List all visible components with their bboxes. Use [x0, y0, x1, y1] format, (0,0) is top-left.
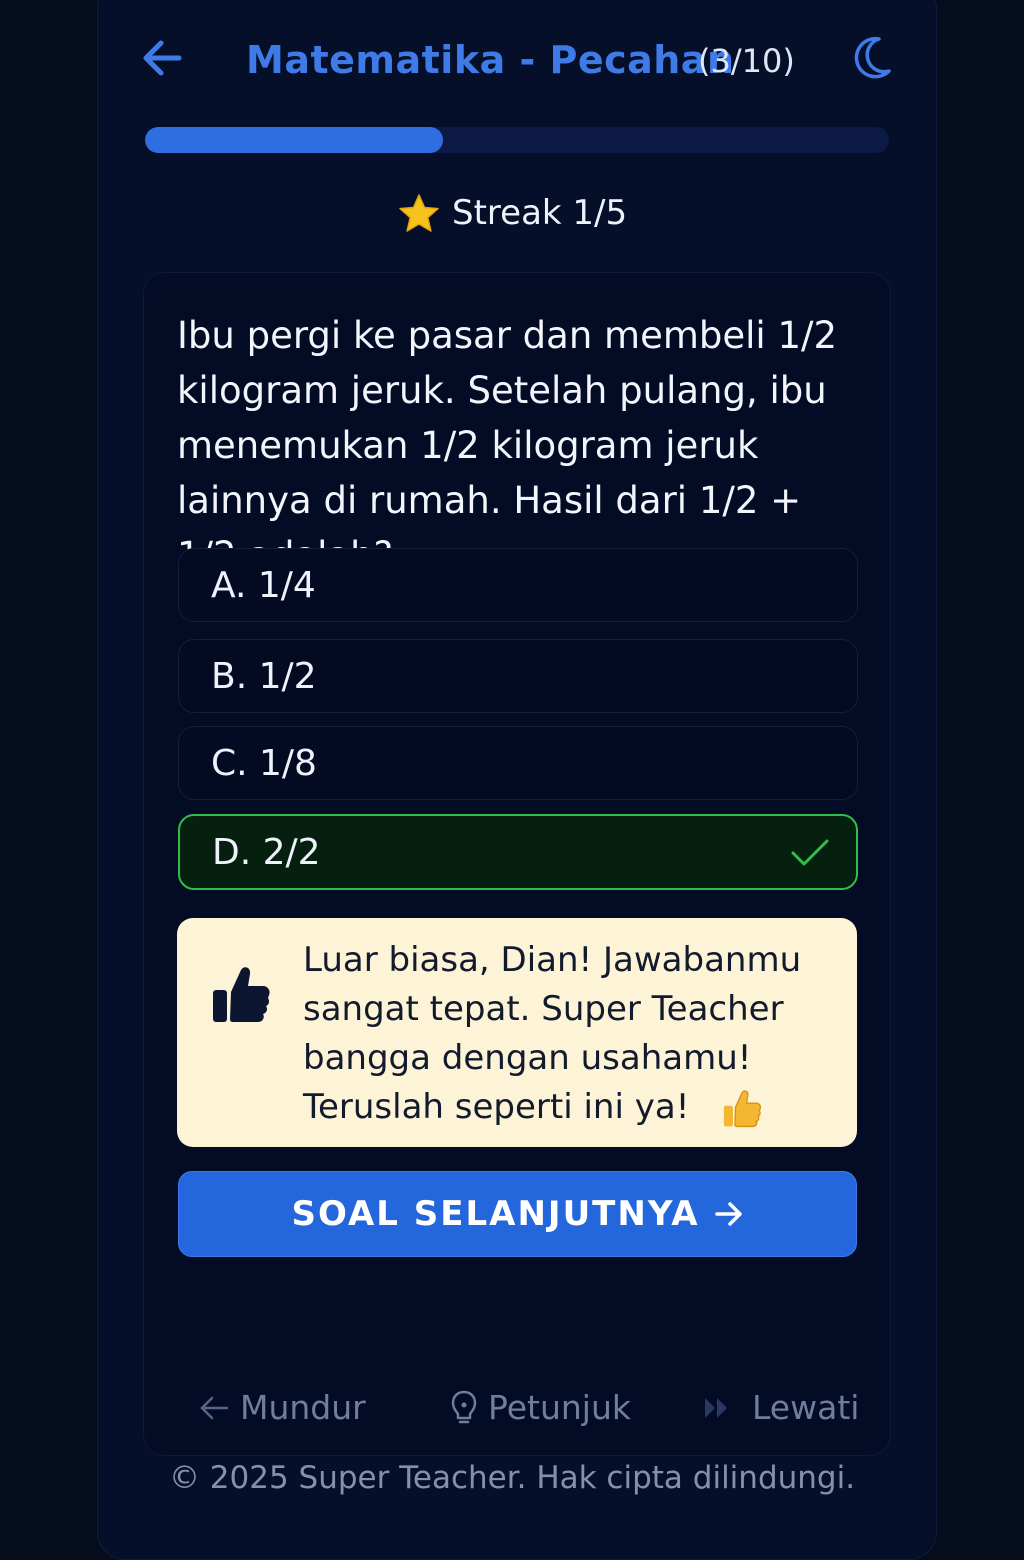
- arrow-left-icon: [200, 1396, 229, 1419]
- skip-label: Lewati: [752, 1388, 860, 1427]
- next-button-label: SOAL SELANJUTNYA: [291, 1194, 700, 1234]
- back-button[interactable]: [140, 36, 184, 80]
- option-a[interactable]: A. 1/4: [178, 548, 858, 622]
- arrow-right-icon: [714, 1202, 742, 1226]
- star-icon: [399, 194, 439, 232]
- theme-toggle-button[interactable]: [848, 34, 894, 80]
- question-text: Ibu pergi ke pasar dan membeli 1/2 kilog…: [177, 314, 838, 577]
- arrow-left-icon: [143, 40, 182, 76]
- bottom-nav: Mundur Petunjuk Lewati: [0, 1380, 1024, 1440]
- back-nav-label: Mundur: [240, 1388, 366, 1427]
- option-label: C. 1/8: [211, 742, 317, 784]
- streak-label: Streak 1/5: [452, 193, 628, 233]
- check-icon: [791, 839, 829, 866]
- feedback-message: Luar biasa, Dian! Jawabanmu sangat tepat…: [303, 936, 823, 1132]
- option-d[interactable]: D. 2/2: [178, 814, 858, 890]
- skip-button[interactable]: Lewati: [702, 1388, 859, 1427]
- moon-icon: [854, 36, 891, 79]
- progress-bar: [145, 127, 889, 153]
- header: Matematika - Pecahan (3/10): [0, 0, 1024, 120]
- footer-copyright: © 2025 Super Teacher. Hak cipta dilindun…: [168, 1460, 856, 1496]
- question-counter: (3/10): [698, 42, 795, 80]
- double-chevron-right-icon: [705, 1397, 727, 1418]
- page-title: Matematika - Pecahan: [246, 38, 735, 82]
- option-label: D. 2/2: [212, 831, 321, 873]
- progress-fill: [145, 127, 443, 153]
- option-label: A. 1/4: [211, 564, 316, 606]
- hint-label: Petunjuk: [488, 1388, 631, 1427]
- streak-indicator: Streak 1/5: [398, 188, 627, 238]
- option-b[interactable]: B. 1/2: [178, 639, 858, 713]
- next-question-button[interactable]: SOAL SELANJUTNYA: [178, 1171, 857, 1257]
- lightbulb-icon: [451, 1390, 477, 1423]
- feedback-box: Luar biasa, Dian! Jawabanmu sangat tepat…: [177, 918, 857, 1147]
- thumbs-up-emoji-icon: [724, 1089, 762, 1127]
- option-c[interactable]: C. 1/8: [178, 726, 858, 800]
- thumbs-up-icon: [213, 967, 270, 1022]
- option-label: B. 1/2: [211, 655, 317, 697]
- hint-button[interactable]: Petunjuk: [450, 1388, 631, 1427]
- back-nav-button[interactable]: Mundur: [198, 1388, 366, 1427]
